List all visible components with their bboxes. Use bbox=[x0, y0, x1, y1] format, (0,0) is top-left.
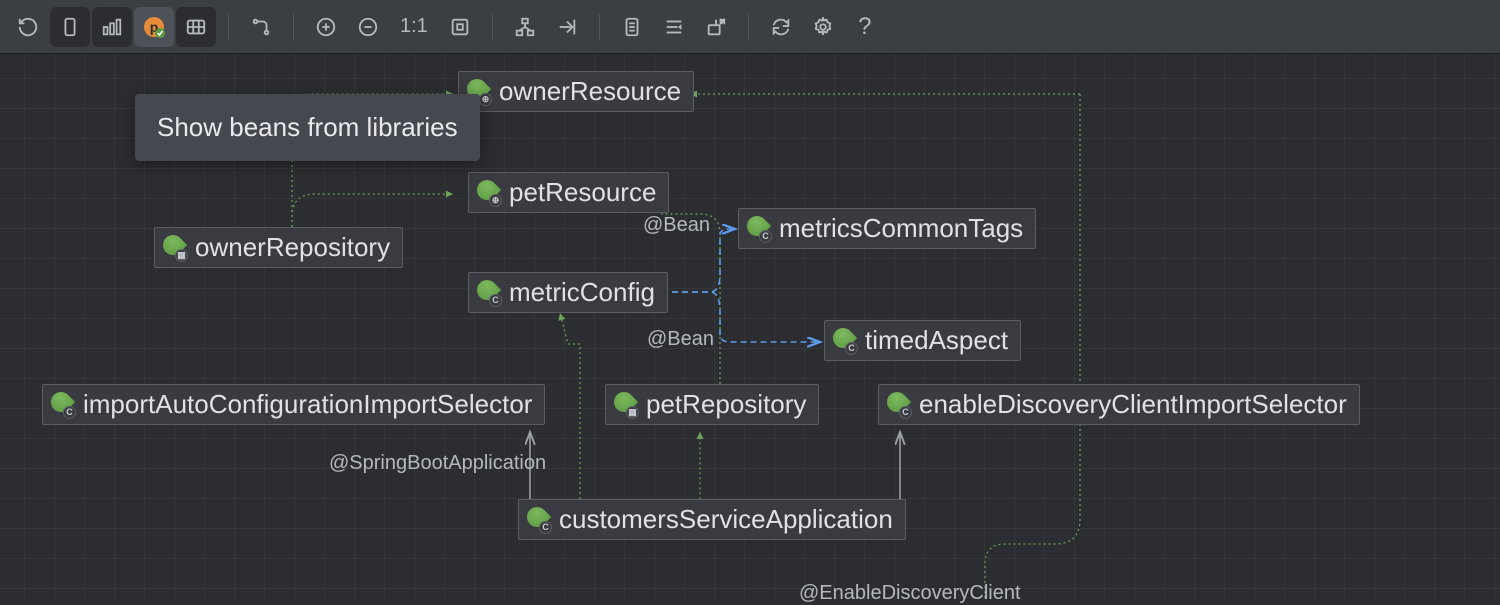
edge-label-bean: @Bean bbox=[647, 328, 714, 351]
bean-icon: ⊕ bbox=[475, 180, 501, 206]
web-badge-icon: ⊕ bbox=[489, 194, 502, 207]
node-import-auto-configuration[interactable]: C importAutoConfigurationImportSelector bbox=[42, 384, 545, 425]
settings-button[interactable] bbox=[803, 7, 843, 47]
node-enable-discovery-client[interactable]: C enableDiscoveryClientImportSelector bbox=[878, 384, 1360, 425]
db-badge-icon: ▦ bbox=[175, 249, 188, 262]
separator bbox=[228, 14, 229, 40]
bean-icon: ▦ bbox=[612, 392, 638, 418]
c-badge-icon: C bbox=[539, 521, 552, 534]
c-badge-icon: C bbox=[489, 294, 502, 307]
node-metrics-common-tags[interactable]: C metricsCommonTags bbox=[738, 208, 1036, 249]
bean-icon: C bbox=[525, 507, 551, 533]
node-label: importAutoConfigurationImportSelector bbox=[83, 389, 532, 420]
node-label: timedAspect bbox=[865, 325, 1008, 356]
refresh-button[interactable] bbox=[8, 7, 48, 47]
node-label: metricsCommonTags bbox=[779, 213, 1023, 244]
edge-label-spring-boot: @SpringBootApplication bbox=[329, 452, 546, 475]
panel-button-1[interactable] bbox=[50, 7, 90, 47]
bean-icon: C bbox=[831, 328, 857, 354]
zoom-reset-button[interactable]: 1:1 bbox=[390, 7, 438, 46]
bean-icon: C bbox=[885, 392, 911, 418]
doc-button[interactable] bbox=[612, 7, 652, 47]
orient-button[interactable] bbox=[547, 7, 587, 47]
separator bbox=[293, 14, 294, 40]
web-badge-icon: ⊕ bbox=[479, 93, 492, 106]
zoom-in-button[interactable] bbox=[306, 7, 346, 47]
separator bbox=[748, 14, 749, 40]
node-label: enableDiscoveryClientImportSelector bbox=[919, 389, 1347, 420]
c-badge-icon: C bbox=[899, 406, 912, 419]
route-button[interactable] bbox=[241, 7, 281, 47]
zoom-out-button[interactable] bbox=[348, 7, 388, 47]
c-badge-icon: C bbox=[759, 230, 772, 243]
node-label: metricConfig bbox=[509, 277, 655, 308]
node-label: customersServiceApplication bbox=[559, 504, 893, 535]
node-customers-service-application[interactable]: C customersServiceApplication bbox=[518, 499, 906, 540]
bean-icon: C bbox=[49, 392, 75, 418]
tooltip: Show beans from libraries bbox=[135, 94, 480, 161]
show-libraries-button[interactable]: p bbox=[134, 7, 174, 47]
fit-button[interactable] bbox=[440, 7, 480, 47]
sync-button[interactable] bbox=[761, 7, 801, 47]
toolbar: p 1:1 ? bbox=[0, 0, 1500, 54]
db-badge-icon: ▦ bbox=[626, 406, 639, 419]
diagram-canvas[interactable]: ⊕ ownerResource ⊕ petResource ▦ ownerRep… bbox=[0, 54, 1500, 600]
node-owner-repository[interactable]: ▦ ownerRepository bbox=[154, 227, 403, 268]
help-button[interactable]: ? bbox=[845, 7, 885, 47]
bean-icon: ▦ bbox=[161, 235, 187, 261]
node-timed-aspect[interactable]: C timedAspect bbox=[824, 320, 1021, 361]
list-button[interactable] bbox=[654, 7, 694, 47]
bean-icon: C bbox=[745, 216, 771, 242]
bean-icon: C bbox=[475, 280, 501, 306]
c-badge-icon: C bbox=[845, 342, 858, 355]
node-label: ownerRepository bbox=[195, 232, 390, 263]
c-badge-icon: C bbox=[63, 406, 76, 419]
node-label: ownerResource bbox=[499, 76, 681, 107]
node-metric-config[interactable]: C metricConfig bbox=[468, 272, 668, 313]
node-pet-resource[interactable]: ⊕ petResource bbox=[468, 172, 669, 213]
export-button[interactable] bbox=[696, 7, 736, 47]
node-label: petResource bbox=[509, 177, 656, 208]
edge-label-enable-discovery: @EnableDiscoveryClient bbox=[799, 582, 1021, 605]
node-label: petRepository bbox=[646, 389, 806, 420]
node-owner-resource[interactable]: ⊕ ownerResource bbox=[458, 71, 694, 112]
view-button[interactable] bbox=[176, 7, 216, 47]
node-pet-repository[interactable]: ▦ petRepository bbox=[605, 384, 819, 425]
layout-button[interactable] bbox=[505, 7, 545, 47]
separator bbox=[492, 14, 493, 40]
edge-label-bean: @Bean bbox=[643, 214, 710, 237]
chart-button[interactable] bbox=[92, 7, 132, 47]
separator bbox=[599, 14, 600, 40]
